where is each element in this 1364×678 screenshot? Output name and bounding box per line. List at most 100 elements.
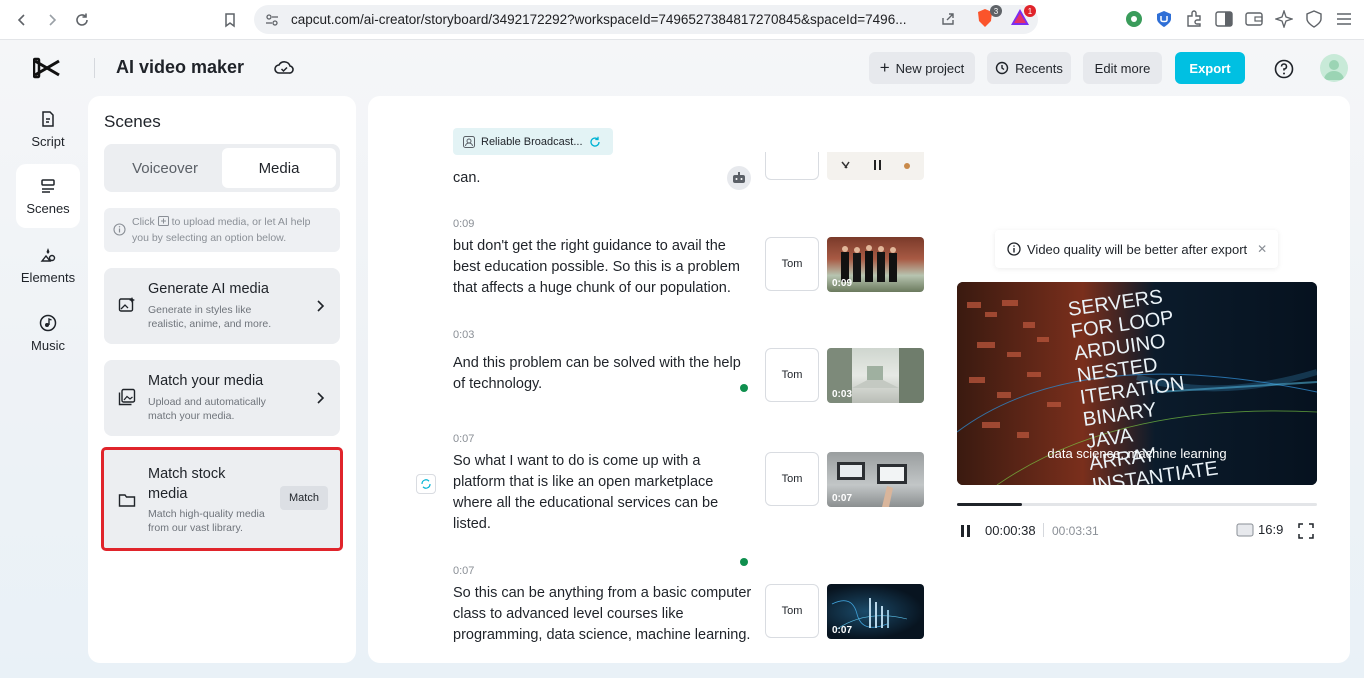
close-icon[interactable]: ✕ [1257, 242, 1267, 256]
fullscreen-icon[interactable] [1298, 523, 1314, 539]
scene-1-speaker[interactable]: Tom [765, 237, 819, 291]
media-library-icon [118, 388, 136, 406]
scene-2-status-dot [740, 384, 748, 392]
scene-4-speaker[interactable]: Tom [765, 584, 819, 638]
aspect-ratio-button[interactable]: 16:9 [1236, 522, 1283, 537]
forward-icon[interactable] [40, 8, 64, 32]
scene-3-speaker[interactable]: Tom [765, 452, 819, 506]
scenes-icon [41, 178, 55, 193]
reload-icon[interactable] [70, 8, 94, 32]
voice-selector[interactable]: Reliable Broadcast... [453, 128, 613, 155]
match-your-media-desc: Upload and automatically match your medi… [148, 396, 266, 422]
extensions-puzzle-icon[interactable] [1183, 8, 1205, 30]
scene-2-duration: 0:03 [832, 389, 853, 400]
edit-more-button[interactable]: Edit more [1083, 52, 1162, 84]
scene-3-duration: 0:07 [832, 493, 853, 504]
rail-music-label: Music [31, 337, 65, 353]
scene-2-text[interactable]: And this problem can be solved with the … [453, 353, 753, 395]
previous-speaker-box[interactable] [765, 152, 819, 180]
url-text: capcut.com/ai-creator/storyboard/3492172… [291, 12, 907, 27]
recents-button[interactable]: Recents [987, 52, 1071, 84]
match-your-media-title: Match your media [148, 373, 264, 389]
app-title: AI video maker [116, 57, 245, 77]
rail-script-label: Script [31, 133, 65, 149]
voice-avatar-icon [463, 135, 475, 148]
leo-ai-icon[interactable] [1273, 8, 1295, 30]
aspect-ratio-icon [1236, 523, 1254, 536]
wallet-icon[interactable] [1243, 8, 1265, 30]
rail-scenes[interactable]: Scenes [16, 164, 80, 228]
scene-4-text[interactable]: So this can be anything from a basic com… [453, 583, 753, 646]
scene-1-duration: 0:09 [832, 278, 853, 289]
info-icon [1007, 242, 1021, 256]
music-icon [39, 314, 57, 331]
back-icon[interactable] [10, 8, 34, 32]
vpn-shield-icon[interactable] [1303, 8, 1325, 30]
previous-scene-text[interactable]: can. [453, 168, 753, 189]
elements-icon [40, 247, 56, 262]
scene-4-thumbnail[interactable]: 0:07 [827, 584, 924, 639]
scene-1-thumbnail[interactable]: 0:09 [827, 237, 924, 292]
extension-green-icon[interactable] [1123, 8, 1145, 30]
export-button[interactable]: Export [1175, 52, 1245, 84]
rail-script[interactable]: Script [16, 98, 80, 160]
match-your-media-card[interactable]: Match your media Upload and automaticall… [104, 360, 340, 436]
ai-image-icon [118, 297, 135, 312]
upload-icon[interactable] [157, 216, 169, 226]
scene-3-text[interactable]: So what I want to do is come up with a p… [453, 451, 753, 535]
storyboard-panel: Reliable Broadcast... can. 0:09 but don'… [368, 96, 1350, 663]
video-caption: data science, machine learning [1047, 446, 1227, 461]
site-settings-icon[interactable] [265, 13, 279, 27]
info-icon [113, 223, 126, 236]
tab-media[interactable]: Media [222, 148, 336, 188]
extension-shield-icon[interactable] [1153, 8, 1175, 30]
video-preview[interactable]: SERVERS FOR LOOP ARDUINO NESTED ITERATION BIN… [957, 282, 1317, 485]
match-stock-media-title: Match stock media [148, 466, 226, 502]
match-stock-media-card[interactable]: Match stock media Match high-quality med… [101, 447, 343, 551]
sidebar-icon[interactable] [1213, 8, 1235, 30]
current-time: 00:00:38 [985, 523, 1036, 538]
scene-3-thumbnail[interactable]: 0:07 [827, 452, 924, 507]
browser-toolbar: capcut.com/ai-creator/storyboard/3492172… [0, 0, 1364, 40]
pause-icon[interactable] [959, 524, 973, 538]
scene-1-text[interactable]: but don't get the right guidance to avai… [453, 236, 753, 299]
address-bar[interactable]: capcut.com/ai-creator/storyboard/3492172… [254, 5, 1038, 34]
capcut-logo[interactable] [33, 57, 61, 79]
progress-fill [957, 503, 1022, 506]
previous-scene-thumbnail[interactable] [827, 152, 924, 180]
rail-music[interactable]: Music [16, 302, 80, 364]
scene-2-thumbnail[interactable]: 0:03 [827, 348, 924, 403]
brave-shields-icon[interactable]: 3 [976, 5, 1002, 30]
tab-voiceover[interactable]: Voiceover [108, 148, 222, 188]
match-button[interactable]: Match [280, 486, 328, 510]
refresh-icon[interactable] [589, 136, 601, 148]
rail-elements[interactable]: Elements [16, 234, 80, 296]
brave-badge: 3 [990, 5, 1002, 17]
match-stock-media-desc: Match high-quality media from our vast l… [148, 508, 265, 534]
scene-3-time: 0:07 [453, 433, 475, 445]
upload-hint: Click to upload media, or let AI help yo… [104, 208, 340, 252]
new-project-button[interactable]: + New project [869, 52, 975, 84]
cloud-sync-icon[interactable] [273, 57, 295, 79]
scene-3-regenerate-icon[interactable] [416, 474, 436, 494]
scene-2-time: 0:03 [453, 329, 475, 341]
ai-assist-icon[interactable] [727, 166, 751, 190]
avatar[interactable] [1320, 54, 1348, 82]
new-project-label: New project [895, 60, 965, 76]
folder-icon [118, 494, 136, 507]
scene-1-time: 0:09 [453, 218, 475, 230]
share-icon[interactable] [940, 11, 956, 27]
generate-ai-media-title: Generate AI media [148, 281, 269, 297]
scene-2-speaker[interactable]: Tom [765, 348, 819, 402]
chevron-right-icon [317, 392, 325, 404]
time-separator [1043, 523, 1044, 537]
generate-ai-media-card[interactable]: Generate AI media Generate in styles lik… [104, 268, 340, 344]
scenes-mode-switch: Voiceover Media [104, 144, 340, 192]
brave-rewards-icon[interactable]: 1 [1010, 5, 1036, 30]
menu-icon[interactable] [1333, 8, 1355, 30]
progress-bar[interactable] [957, 503, 1317, 506]
bookmark-icon[interactable] [218, 8, 242, 32]
help-icon[interactable] [1273, 58, 1295, 80]
plus-icon: + [879, 58, 890, 77]
header-divider [94, 58, 95, 78]
